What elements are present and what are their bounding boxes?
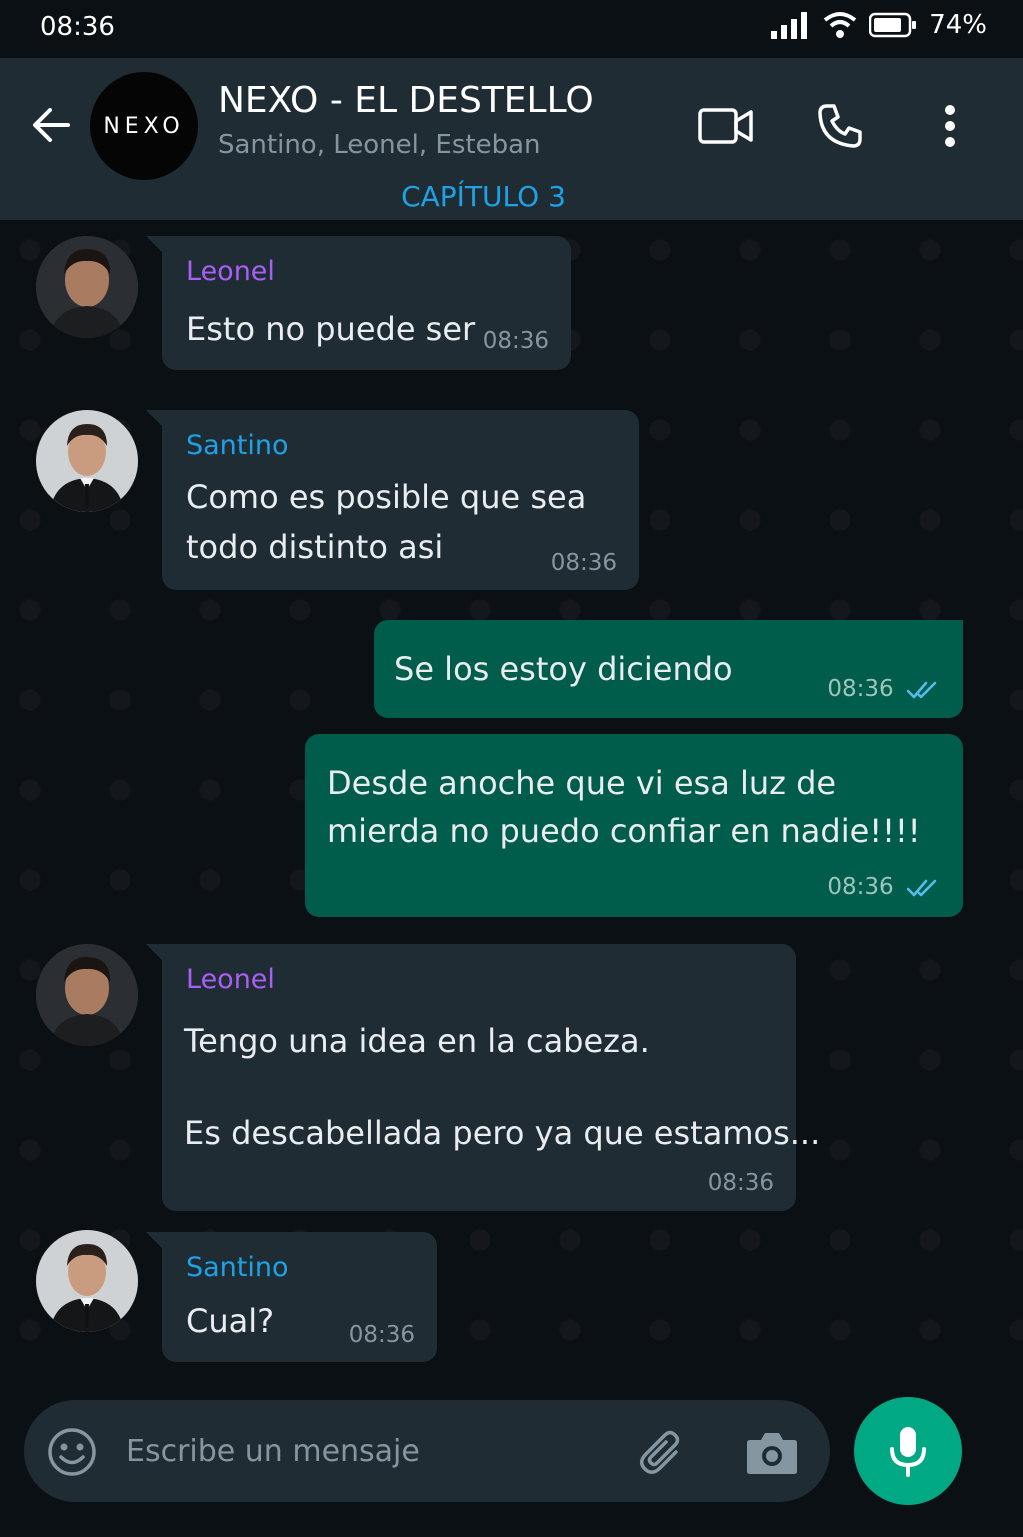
avatar-person-icon (36, 410, 138, 512)
message-text: Se los estoy diciendo (394, 650, 733, 688)
video-call-button[interactable] (696, 98, 756, 154)
paperclip-icon[interactable] (636, 1426, 688, 1478)
message-time-text: 08:36 (827, 676, 894, 702)
group-logo-text: NEXO (103, 113, 185, 139)
chat-header: NEXO NEXO - EL DESTELLO Santino, Leonel,… (0, 58, 1023, 220)
message-bubble[interactable]: Leonel Tengo una idea en la cabeza. Es d… (146, 944, 820, 1211)
avatar-person-icon (36, 944, 138, 1046)
message-text-line: Como es posible que sea (186, 478, 587, 516)
message-text: Esto no puede ser (186, 310, 476, 348)
message-time: 08:36 (827, 874, 941, 900)
message-text-line: Desde anoche que vi esa luz de (327, 764, 837, 802)
avatar-santino[interactable] (36, 1230, 138, 1332)
read-receipt-icon (907, 681, 937, 698)
emoji-icon[interactable] (46, 1426, 98, 1478)
message-bubble-outgoing[interactable]: Desde anoche que vi esa luz de mierda no… (305, 734, 963, 917)
signal-icon (771, 12, 808, 39)
avatar-santino[interactable] (36, 410, 138, 512)
group-avatar[interactable]: NEXO (90, 72, 198, 180)
battery-percent: 74% (929, 10, 987, 40)
message-text-line: todo distinto asi (186, 528, 444, 566)
avatar-leonel[interactable] (36, 944, 138, 1046)
chapter-label: CAPÍTULO 3 (401, 180, 566, 213)
message-text-line: mierda no puedo confiar en nadie!!!! (327, 812, 921, 850)
more-options-button[interactable] (920, 98, 980, 154)
message-text-line: Tengo una idea en la cabeza. (184, 1022, 650, 1060)
message-composer[interactable]: Escribe un mensaje (24, 1400, 830, 1502)
message-bubble[interactable]: Santino Como es posible que sea todo dis… (146, 410, 639, 590)
message-time: 08:36 (707, 1170, 774, 1196)
sender-name: Leonel (186, 256, 275, 287)
message-bubble-outgoing[interactable]: Se los estoy diciendo 08:36 (374, 620, 963, 718)
avatar-person-icon (36, 1230, 138, 1332)
sender-name: Santino (186, 430, 289, 461)
microphone-icon (890, 1427, 926, 1477)
camera-icon[interactable] (744, 1426, 800, 1478)
voice-call-button[interactable] (810, 98, 870, 154)
message-time: 08:36 (348, 1322, 415, 1348)
battery-icon (869, 12, 917, 38)
group-members: Santino, Leonel, Esteban (218, 130, 541, 160)
message-time: 08:36 (482, 328, 549, 354)
wifi-icon (823, 12, 857, 38)
sender-name: Santino (186, 1252, 289, 1283)
status-bar: 08:36 74% (0, 0, 1023, 58)
message-bubble[interactable]: Santino Cual? 08:36 (146, 1232, 437, 1362)
sender-name: Leonel (186, 964, 275, 995)
read-receipt-icon (907, 879, 937, 896)
message-time: 08:36 (550, 550, 617, 576)
kebab-menu-icon (945, 105, 955, 147)
message-input[interactable]: Escribe un mensaje (126, 1434, 420, 1469)
video-camera-icon (698, 108, 753, 144)
group-title[interactable]: NEXO - EL DESTELLO (218, 80, 594, 121)
message-text-line: Es descabellada pero ya que estamos... (184, 1114, 821, 1152)
message-time-text: 08:36 (827, 874, 894, 900)
message-bubble[interactable]: Leonel Esto no puede ser 08:36 (146, 236, 571, 370)
status-time: 08:36 (40, 12, 115, 42)
chat-area[interactable]: Leonel Esto no puede ser 08:36 Santino C… (0, 220, 1023, 1395)
message-time: 08:36 (827, 676, 941, 702)
avatar-person-icon (36, 236, 138, 338)
message-text: Cual? (186, 1302, 275, 1340)
voice-record-button[interactable] (854, 1397, 962, 1505)
avatar-leonel[interactable] (36, 236, 138, 338)
phone-icon (818, 104, 862, 148)
back-arrow-icon[interactable] (28, 102, 74, 148)
